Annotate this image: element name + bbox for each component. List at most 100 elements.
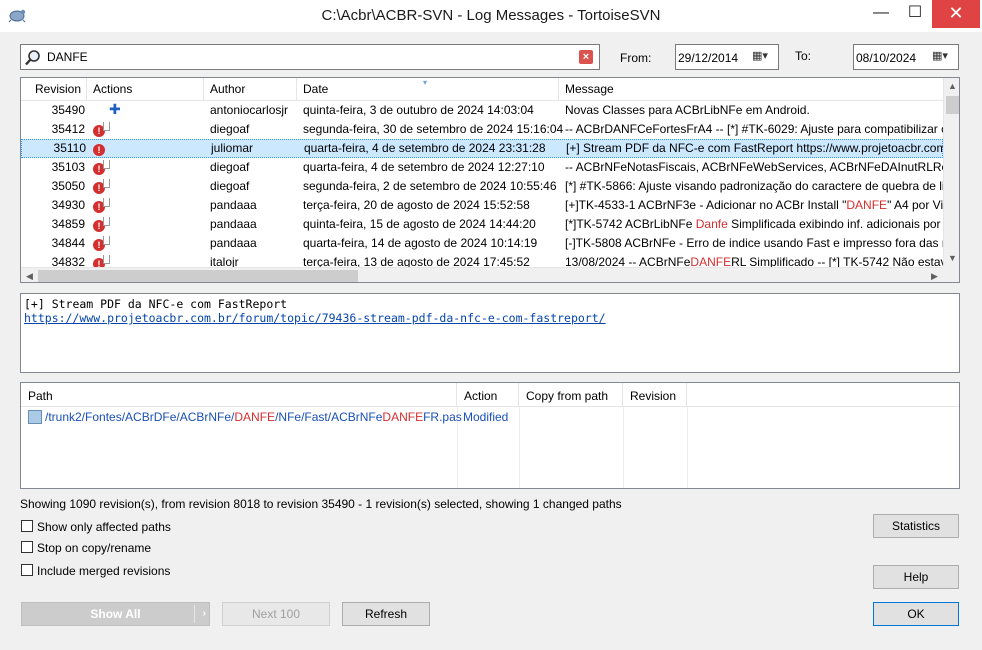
modify-action-icon: ! (93, 160, 203, 176)
table-row-selected[interactable]: 35110 ! juliomar quarta-feira, 4 de sete… (21, 139, 943, 158)
column-action[interactable]: Action (457, 383, 519, 407)
scroll-thumb[interactable] (38, 270, 358, 282)
table-row[interactable]: 35412 ! diegoaf segunda-feira, 30 de set… (21, 120, 943, 139)
scroll-thumb[interactable] (946, 96, 959, 114)
column-message[interactable]: Message (559, 78, 943, 101)
modify-action-icon: ! (93, 179, 203, 195)
maximize-button[interactable]: ☐ (898, 0, 932, 28)
stop-on-copy-checkbox[interactable] (21, 541, 33, 553)
calendar-dropdown-icon[interactable]: ▦▾ (932, 49, 954, 65)
message-cell: [-]TK-5808 ACBrNFe - Erro de indice usan… (565, 236, 943, 250)
include-merged-label[interactable]: Include merged revisions (37, 564, 170, 578)
date-cell: quinta-feira, 3 de outubro de 2024 14:03… (303, 103, 534, 117)
message-link[interactable]: https://www.projetoacbr.com.br/forum/top… (24, 311, 606, 325)
message-text: RL Simplificado -- [*] TK-5742 Não estav… (731, 255, 943, 267)
author-cell: diegoaf (210, 122, 250, 136)
message-cell: [*]TK-5742 ACBrLibNFe Danfe Simplificada… (565, 217, 943, 233)
table-row[interactable]: 35050 ! diegoaf segunda-feira, 2 de sete… (21, 177, 943, 196)
next-100-button[interactable]: Next 100 (222, 602, 330, 626)
path-action-cell: Modified (463, 410, 509, 424)
refresh-button[interactable]: Refresh (342, 602, 430, 626)
date-cell: terça-feira, 20 de agosto de 2024 15:52:… (303, 198, 530, 212)
table-row[interactable]: 34930 ! pandaaa terça-feira, 20 de agost… (21, 196, 943, 215)
from-label: From: (620, 51, 652, 65)
date-cell: segunda-feira, 2 de setembro de 2024 10:… (303, 179, 557, 193)
column-filler (687, 383, 959, 407)
message-cell: -- ACBrNFeNotasFiscais, ACBrNFeWebServic… (565, 160, 943, 174)
date-cell: quarta-feira, 4 de setembro de 2024 12:2… (303, 160, 545, 174)
message-text: 13/08/2024 -- ACBrNFe (565, 255, 691, 267)
author-cell: pandaaa (210, 236, 257, 250)
author-cell: antoniocarlosjr (210, 103, 289, 117)
search-input[interactable]: DANFE × (20, 44, 600, 70)
table-row[interactable]: 35103 ! diegoaf quarta-feira, 4 de setem… (21, 158, 943, 177)
author-cell: pandaaa (210, 198, 257, 212)
log-message-pane[interactable]: [+] Stream PDF da NFC-e com FastReport h… (20, 293, 960, 373)
scroll-corner (943, 267, 959, 282)
changed-paths-list[interactable]: Path Action Copy from path Revision /tru… (20, 382, 960, 489)
scroll-left-icon[interactable]: ◀ (21, 268, 38, 282)
modify-action-icon: ! (93, 141, 203, 157)
column-author[interactable]: Author (204, 78, 297, 101)
column-revision[interactable]: Revision (623, 383, 687, 407)
revision-cell: 35110 (53, 141, 86, 155)
clear-search-icon[interactable]: × (579, 50, 593, 64)
search-highlight: DANFE (690, 255, 732, 267)
stop-on-copy-label[interactable]: Stop on copy/rename (37, 541, 151, 555)
close-button[interactable]: ✕ (932, 0, 980, 28)
table-row[interactable]: 34844 ! pandaaa quarta-feira, 14 de agos… (21, 234, 943, 253)
add-action-icon: ✚ (109, 103, 121, 117)
date-cell: quinta-feira, 15 de agosto de 2024 14:44… (303, 217, 536, 231)
revision-cell: 35490 (51, 103, 85, 117)
revision-cell: 34832 (51, 255, 85, 267)
table-row[interactable]: 35490 ✚ antoniocarlosjr quinta-feira, 3 … (21, 101, 943, 120)
path-cell: /trunk2/Fontes/ACBrDFe/ACBrNFe/DANFE/NFe… (45, 410, 462, 424)
show-all-button[interactable]: Show All › (21, 602, 210, 626)
show-affected-checkbox[interactable] (21, 520, 33, 532)
from-date-picker[interactable]: 29/12/2014 ▦▾ (675, 44, 779, 70)
scroll-right-icon[interactable]: ▶ (926, 268, 943, 282)
include-merged-checkbox[interactable] (21, 564, 33, 576)
author-cell: pandaaa (210, 217, 257, 231)
show-affected-label[interactable]: Show only affected paths (37, 520, 171, 534)
message-text: [+]TK-4533-1 ACBrNF3e - Adicionar no ACB… (565, 198, 847, 212)
date-cell: segunda-feira, 30 de setembro de 2024 15… (303, 122, 564, 136)
dropdown-arrow-icon[interactable]: › (203, 603, 206, 625)
log-list[interactable]: Revision Actions Author Date Message ▾ 3… (20, 77, 960, 283)
message-line: [+] Stream PDF da NFC-e com FastReport (24, 297, 288, 311)
message-text: Simplificada exibindo inf. adicionais po… (727, 217, 941, 231)
column-actions[interactable]: Actions (87, 78, 204, 101)
author-cell: italojr (210, 255, 239, 267)
table-row[interactable]: 34859 ! pandaaa quinta-feira, 15 de agos… (21, 215, 943, 234)
column-revision[interactable]: Revision (21, 78, 87, 101)
author-cell: diegoaf (210, 179, 250, 193)
sort-indicator-icon: ▾ (423, 78, 428, 87)
scroll-up-icon[interactable]: ▲ (944, 78, 959, 95)
calendar-dropdown-icon[interactable]: ▦▾ (752, 49, 774, 65)
status-text: Showing 1090 revision(s), from revision … (20, 497, 622, 511)
statistics-button[interactable]: Statistics (873, 514, 959, 538)
path-row[interactable]: /trunk2/Fontes/ACBrDFe/ACBrNFe/DANFE/NFe… (21, 407, 959, 427)
log-rows: 35490 ✚ antoniocarlosjr quinta-feira, 3 … (21, 101, 943, 267)
help-button[interactable]: Help (873, 565, 959, 589)
search-highlight: DANFE (846, 198, 888, 212)
scroll-down-icon[interactable]: ▼ (944, 250, 959, 267)
ok-button[interactable]: OK (873, 602, 959, 626)
horizontal-scrollbar[interactable]: ◀ ▶ (21, 267, 943, 282)
message-cell: 13/08/2024 -- ACBrNFeDANFERL Simplificad… (565, 255, 943, 267)
column-path[interactable]: Path (21, 383, 457, 407)
to-date-picker[interactable]: 08/10/2024 ▦▾ (853, 44, 959, 70)
column-date[interactable]: Date (297, 78, 559, 101)
from-date-value: 29/12/2014 (678, 51, 739, 65)
date-cell: quarta-feira, 14 de agosto de 2024 10:14… (303, 236, 538, 250)
window-title: C:\Acbr\ACBR-SVN - Log Messages - Tortoi… (321, 7, 661, 24)
table-row[interactable]: 34832 ! italojr terça-feira, 13 de agost… (21, 253, 943, 267)
date-cell: quarta-feira, 4 de setembro de 2024 23:3… (304, 141, 546, 155)
minimize-button[interactable]: — (864, 0, 898, 28)
search-value: DANFE (47, 50, 88, 64)
message-cell: Novas Classes para ACBrLibNFe em Android… (565, 103, 810, 117)
vertical-scrollbar[interactable]: ▲ ▼ (943, 78, 959, 267)
date-cell: terça-feira, 13 de agosto de 2024 17:45:… (303, 255, 530, 267)
message-cell: -- ACBrDANFCeFortesFrA4 -- [*] #TK-6029:… (565, 122, 943, 136)
column-copy-from-path[interactable]: Copy from path (519, 383, 623, 407)
